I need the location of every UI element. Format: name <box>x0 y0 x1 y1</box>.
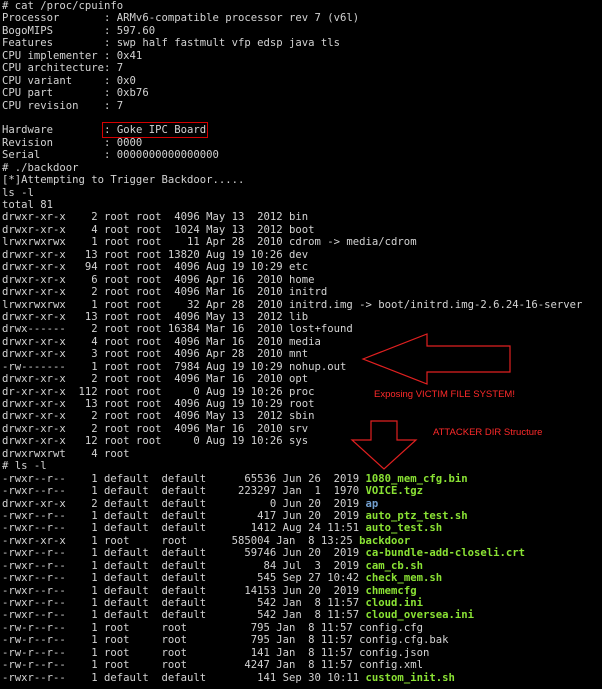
victim-fs-annotation: Exposing VICTIM FILE SYSTEM! <box>374 389 515 400</box>
arrow-left-icon <box>361 333 511 385</box>
attacker-dir-annotation: ATTACKER DIR Structure <box>433 427 543 438</box>
arrow-down-icon <box>350 420 418 470</box>
annotation-overlay <box>350 333 511 470</box>
